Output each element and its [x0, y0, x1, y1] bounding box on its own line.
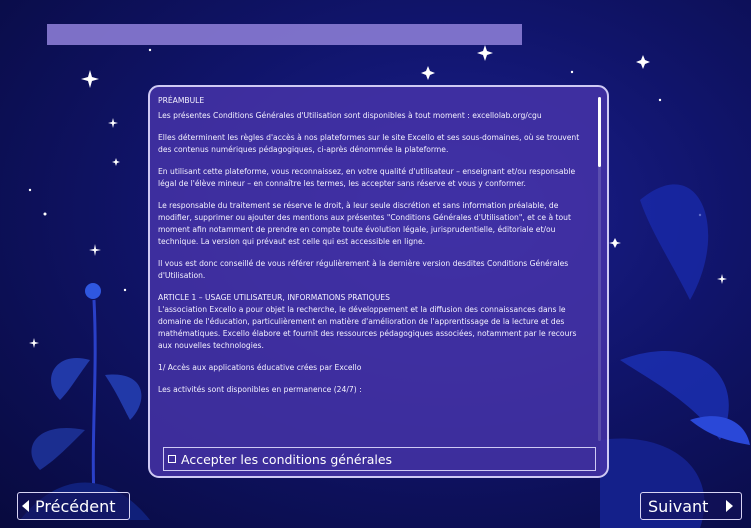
accept-terms-label: Accepter les conditions générales — [181, 451, 393, 467]
terms-heading: PRÉAMBULE — [158, 96, 205, 105]
next-button[interactable]: Suivant — [640, 492, 742, 520]
triangle-right-icon — [726, 500, 733, 512]
terms-paragraph: Le responsable du traitement se réserve … — [158, 201, 571, 246]
title-bar — [47, 24, 522, 45]
scrollbar[interactable] — [598, 97, 601, 441]
checkbox-icon[interactable] — [168, 455, 176, 463]
terms-paragraph: En utilisant cette plateforme, vous reco… — [158, 167, 576, 188]
article-text: L'association Excello a pour objet la re… — [158, 305, 577, 350]
scroll-thumb[interactable] — [598, 97, 601, 167]
previous-button[interactable]: Précédent — [17, 492, 130, 520]
triangle-left-icon — [22, 500, 29, 512]
terms-text-area[interactable]: PRÉAMBULE Les présentes Conditions Génér… — [158, 95, 590, 443]
terms-paragraph: Les présentes Conditions Générales d'Uti… — [158, 111, 542, 120]
previous-label: Précédent — [35, 496, 116, 516]
next-label: Suivant — [648, 496, 709, 516]
section-title: 1/ Accès aux applications éducative crée… — [158, 363, 362, 372]
activities-text: Les activités sont disponibles en perman… — [158, 385, 362, 394]
terms-panel: PRÉAMBULE Les présentes Conditions Génér… — [148, 85, 609, 478]
article-title: ARTICLE 1 – USAGE UTILISATEUR, INFORMATI… — [158, 293, 390, 302]
terms-paragraph: Il vous est donc conseillé de vous référ… — [158, 259, 569, 280]
accept-terms-checkbox[interactable]: Accepter les conditions générales — [163, 447, 596, 471]
terms-paragraph: Elles déterminent les règles d'accès à n… — [158, 133, 580, 154]
